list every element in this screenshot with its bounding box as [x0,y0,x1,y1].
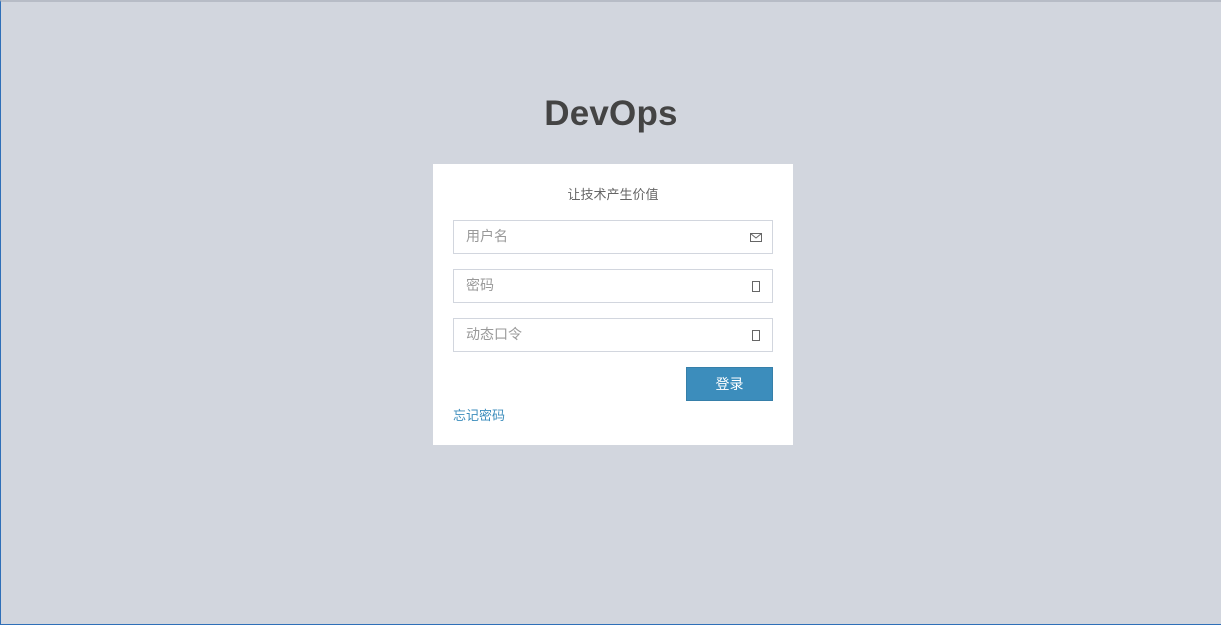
username-field-group [453,220,773,254]
otp-input[interactable] [453,318,773,352]
login-message: 让技术产生价值 [567,188,659,203]
lock-icon [749,269,763,303]
login-actions: 登录 [453,367,773,401]
mobile-phone-icon [749,318,763,352]
login-box: 让技术产生价值 登录 忘记密码 [433,164,793,445]
envelope-icon [749,220,763,254]
forgot-password-link[interactable]: 忘记密码 [453,405,505,424]
app-title: DevOps [544,94,678,133]
password-input[interactable] [453,269,773,303]
otp-field-group [453,318,773,352]
password-field-group [453,269,773,303]
username-input[interactable] [453,220,773,254]
login-button[interactable]: 登录 [686,367,773,401]
